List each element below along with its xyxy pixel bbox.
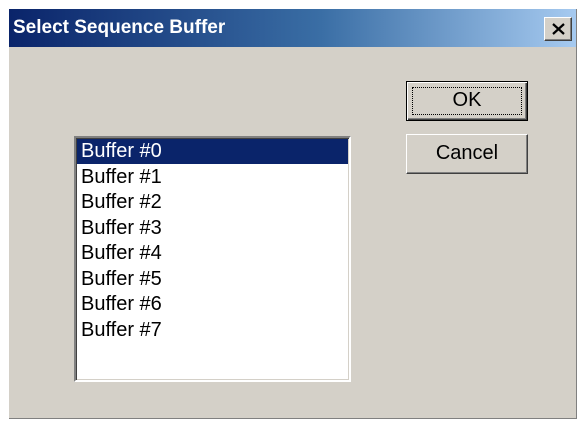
list-item-buffer-7[interactable]: Buffer #7	[77, 318, 348, 343]
list-item-buffer-1[interactable]: Buffer #1	[77, 165, 348, 190]
select-sequence-buffer-dialog: Select Sequence Buffer Buffer #0 Buffer …	[9, 9, 577, 419]
list-item-buffer-2[interactable]: Buffer #2	[77, 190, 348, 215]
close-icon	[552, 23, 565, 35]
list-item-buffer-4[interactable]: Buffer #4	[77, 241, 348, 266]
title-bar[interactable]: Select Sequence Buffer	[9, 9, 576, 47]
list-item-buffer-6[interactable]: Buffer #6	[77, 292, 348, 317]
ok-button[interactable]: OK	[406, 81, 528, 121]
cancel-button-label: Cancel	[435, 142, 499, 164]
list-item-buffer-3[interactable]: Buffer #3	[77, 216, 348, 241]
dialog-title: Select Sequence Buffer	[13, 17, 226, 38]
ok-button-label: OK	[452, 89, 482, 111]
close-button[interactable]	[544, 17, 572, 41]
list-item-buffer-0[interactable]: Buffer #0	[77, 139, 348, 164]
list-item-buffer-5[interactable]: Buffer #5	[77, 267, 348, 292]
cancel-button[interactable]: Cancel	[406, 134, 528, 174]
buffer-listbox[interactable]: Buffer #0 Buffer #1 Buffer #2 Buffer #3 …	[74, 136, 351, 382]
